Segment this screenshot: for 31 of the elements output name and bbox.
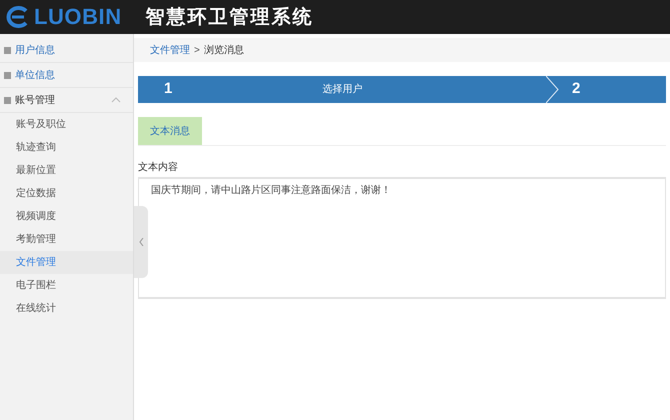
logo-icon xyxy=(4,6,30,28)
sidebar-subitem[interactable]: 轨迹查询 xyxy=(0,136,133,159)
sidebar-subitem[interactable]: 电子围栏 xyxy=(0,274,133,297)
step-divider-icon xyxy=(546,76,560,103)
step-label: 选择用户 xyxy=(322,82,362,97)
chevron-left-icon xyxy=(138,238,144,246)
step-number: 1 xyxy=(164,79,172,100)
list-icon xyxy=(4,46,11,54)
breadcrumb-separator: > xyxy=(194,44,200,58)
tab[interactable]: 文本消息 xyxy=(138,117,202,145)
app-title: 智慧环卫管理系统 xyxy=(146,4,314,30)
sidebar-subitem[interactable]: 最新位置 xyxy=(0,159,133,182)
breadcrumb-current: 浏览消息 xyxy=(204,44,244,58)
sidebar-subitem[interactable]: 考勤管理 xyxy=(0,228,133,251)
sidebar-subitem[interactable]: 文件管理 xyxy=(0,251,133,274)
sidebar-item[interactable]: 账号管理 xyxy=(0,88,133,113)
caret-icon xyxy=(111,97,121,103)
message-field[interactable]: 国庆节期间，请中山路片区同事注意路面保洁，谢谢！ xyxy=(138,177,666,299)
sidebar-subitem[interactable]: 视频调度 xyxy=(0,205,133,228)
logo-text: LUOBIN xyxy=(34,6,122,28)
sidebar-subitem[interactable]: 在线统计 xyxy=(0,297,133,320)
breadcrumb-link[interactable]: 文件管理 xyxy=(150,42,190,58)
sidebar-item[interactable]: 单位信息 xyxy=(0,63,133,88)
list-icon xyxy=(4,72,11,78)
field-label: 文本内容 xyxy=(138,160,179,175)
sidebar-item[interactable]: 用户信息 xyxy=(0,38,133,63)
collapse-handle[interactable] xyxy=(134,206,148,278)
step-number: 2 xyxy=(572,79,580,100)
sidebar-subitem[interactable]: 账号及职位 xyxy=(0,113,133,136)
sidebar-subitem[interactable]: 定位数据 xyxy=(0,182,133,205)
list-icon xyxy=(4,96,11,104)
